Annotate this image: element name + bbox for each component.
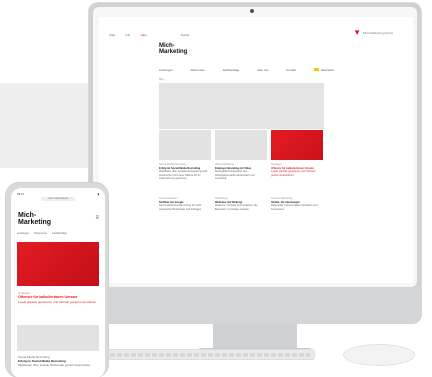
camera-icon bbox=[250, 9, 254, 13]
site-logo[interactable]: Mich- Marketing bbox=[18, 212, 51, 226]
newsletter-icon bbox=[313, 68, 319, 71]
card-image[interactable] bbox=[159, 130, 211, 160]
card-body: Bewegtbild transportiert Ihre Arbeitgebe… bbox=[215, 170, 255, 180]
nav-item[interactable]: Referenzen bbox=[191, 68, 205, 72]
card-text[interactable]: Suchmaschinen Sichtbar bei Google Suchma… bbox=[159, 197, 211, 211]
card-text[interactable]: Webdesign Websites mit Wirkung Moderne, … bbox=[215, 197, 267, 211]
card-image[interactable] bbox=[215, 130, 267, 160]
main-nav: Leistungen Referenzen Fachbeiträge Über … bbox=[159, 66, 334, 74]
desktop-mockup: Start Info Jobs Suche ▼ Mich-Marketing G… bbox=[88, 2, 432, 374]
desktop-screen: Start Info Jobs Suche ▼ Mich-Marketing G… bbox=[99, 17, 413, 283]
hero-body: Leads planbar generieren und Vertrieb ge… bbox=[18, 299, 97, 304]
site-logo[interactable]: Mich- Marketing bbox=[159, 43, 187, 55]
top-right-brand: ▼ Mich-Marketing GmbH bbox=[353, 29, 393, 37]
card-text[interactable]: Social Media Recruiting Erfolg im Social… bbox=[18, 355, 98, 367]
nav-item[interactable]: Kontakt bbox=[286, 68, 296, 72]
phone-mockup: 09:41 ▮ mich-marketing.de Mich- Marketin… bbox=[5, 182, 109, 377]
nav-item[interactable]: Leistungen bbox=[17, 232, 29, 235]
top-link-jobs[interactable]: Jobs bbox=[140, 33, 146, 37]
logo-line-1: Mich- bbox=[18, 212, 37, 219]
logo-line-2: Marketing bbox=[18, 219, 52, 226]
card-image[interactable] bbox=[17, 325, 99, 351]
top-link-info[interactable]: Info bbox=[125, 33, 130, 37]
card-text[interactable]: Content Marketing Inhalte, die überzeuge… bbox=[271, 197, 323, 211]
nav-item[interactable]: Referenzen bbox=[34, 232, 47, 235]
hero-label: Blog bbox=[159, 78, 165, 81]
nav-item-newsletter[interactable]: Newsletter bbox=[313, 68, 334, 72]
top-link-start[interactable]: Start bbox=[109, 33, 115, 37]
mouse bbox=[343, 344, 415, 366]
card-body: Mitarbeiter über soziale Netzwerke gezie… bbox=[18, 363, 92, 367]
card-text[interactable]: Social Media Recruiting Erfolg im Social… bbox=[159, 163, 211, 181]
monitor-chin bbox=[88, 287, 422, 324]
card-text[interactable]: Video-Marketing Employer Branding mit Vi… bbox=[215, 163, 267, 181]
card-body: Suchmaschinenoptimierung für mehr organi… bbox=[159, 204, 202, 211]
menu-icon[interactable]: ≡ bbox=[95, 215, 99, 221]
keyboard bbox=[105, 349, 315, 360]
hero-image[interactable] bbox=[17, 242, 99, 286]
nav-item[interactable]: Fachbeiträge bbox=[223, 68, 239, 72]
card-body: Leads planbar generieren und Vertrieb ge… bbox=[271, 170, 316, 177]
url-bar[interactable]: mich-marketing.de bbox=[41, 197, 75, 201]
nav-item-label: Newsletter bbox=[320, 68, 334, 72]
nav-item[interactable]: Fachbeiträge bbox=[52, 232, 67, 235]
battery-icon: ▮ bbox=[97, 192, 99, 196]
card-body: Mitarbeiter über soziale Netzwerke gezie… bbox=[159, 170, 208, 180]
phone-screen: 09:41 ▮ mich-marketing.de Mich- Marketin… bbox=[11, 188, 105, 377]
top-right-label: Mich-Marketing GmbH bbox=[362, 31, 393, 35]
brand-v-icon: ▼ bbox=[353, 28, 361, 37]
mobile-nav: Leistungen Referenzen Fachbeiträge bbox=[17, 232, 99, 235]
card-body: Relevanter Content stärkt Vertrauen und … bbox=[271, 204, 318, 211]
hero-text[interactable]: Strategie Offensiv für kalkulierbaren Um… bbox=[18, 291, 98, 304]
card-text-highlight[interactable]: Strategie Offensiv für kalkulierbaren Um… bbox=[271, 163, 323, 177]
status-time: 09:41 bbox=[17, 192, 24, 196]
top-search-link[interactable]: Suche bbox=[181, 33, 190, 37]
card-image-highlight[interactable] bbox=[271, 130, 323, 160]
status-bar: 09:41 ▮ bbox=[17, 192, 99, 196]
logo-line-2: Marketing bbox=[159, 49, 188, 55]
nav-item[interactable]: Leistungen bbox=[159, 68, 173, 72]
card-body: Moderne, schnelle Internetseiten, die Be… bbox=[215, 204, 258, 211]
nav-item[interactable]: Über uns bbox=[257, 68, 268, 72]
hero-image bbox=[159, 83, 324, 129]
